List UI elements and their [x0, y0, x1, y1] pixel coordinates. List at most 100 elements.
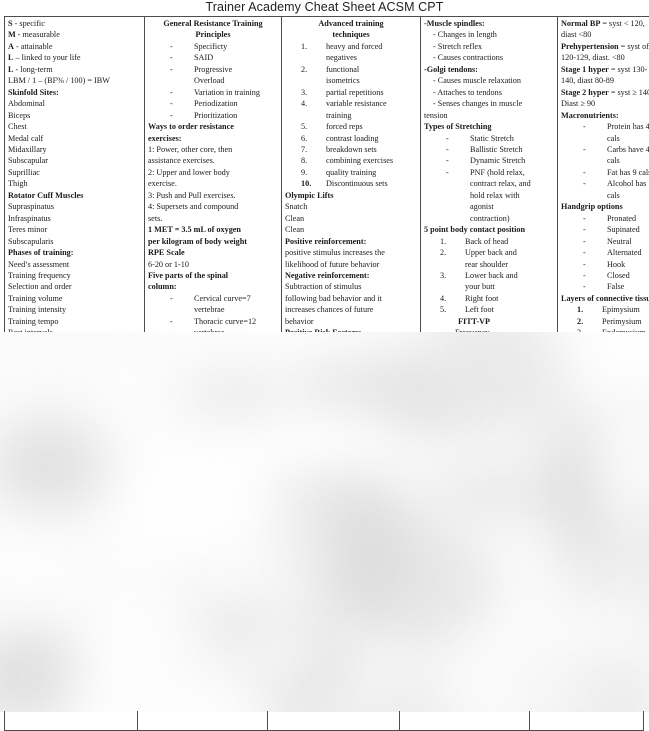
cheatsheet-sub-bullet: - Attaches to tendons: [433, 87, 502, 97]
cheatsheet-numbered-item: 10. Discontinuous sets: [301, 179, 388, 189]
cheatsheet-heading: 5 point body contact position: [424, 225, 525, 235]
cheatsheet-heading: Phases of training:: [8, 248, 74, 258]
cheatsheet-bullet: - Periodization: [170, 99, 238, 109]
cheatsheet-line: 120-129, diast. <80: [561, 53, 625, 63]
bullet-dash-icon: -: [583, 270, 586, 280]
cheatsheet-line: Clean: [285, 225, 305, 235]
cheatsheet-bullet-continuation: vertebrae: [194, 305, 225, 315]
cheatsheet-numbered-item: 3. partial repetitions: [301, 87, 384, 97]
cheatsheet-line: Training tempo: [8, 316, 59, 326]
cheatsheet-table: S - specific M - measurable A - attainable…: [4, 15, 649, 354]
cheatsheet-numbered-item: 1. Back of head: [440, 236, 509, 246]
cheatsheet-heading: Handgrip options: [561, 202, 623, 212]
cheatsheet-bullet: - Specificty: [170, 41, 228, 51]
cheatsheet-bullet: - SAID: [170, 53, 214, 63]
cheatsheet-bullet: - Hook: [583, 259, 626, 269]
list-number: 9.: [301, 167, 308, 177]
list-number: 3.: [440, 270, 447, 280]
cheatsheet-numbered-continuation: negatives: [326, 53, 357, 63]
cheatsheet-bullet: - Alternated: [583, 248, 642, 258]
list-number: 4.: [301, 99, 308, 109]
cheatsheet-line: Infraspinatus: [8, 213, 51, 223]
bullet-dash-icon: -: [583, 167, 586, 177]
cheatsheet-heading: per kilogram of body weight: [148, 236, 248, 246]
cheatsheet-line: exercise.: [148, 179, 177, 189]
cheatsheet-numbered-item: 1. heavy and forced: [301, 41, 383, 51]
cheatsheet-numbered-item: 3. Lower back and: [440, 270, 518, 280]
cheatsheet-numbered-item: 5. forced reps: [301, 122, 363, 132]
cheatsheet-bullet: - Protein has 4: [583, 122, 649, 132]
cheatsheet-heading: Advanced training: [318, 19, 384, 28]
cheatsheet-numbered-item: 6. contrast loading: [301, 133, 379, 143]
cheatsheet-line: following bad behavior and it: [285, 293, 382, 303]
cheatsheet-line: 2: Upper and lower body: [148, 167, 230, 177]
cheatsheet-line: sets.: [148, 213, 163, 223]
cheatsheet-numbered-item: 9. quality training: [301, 167, 377, 177]
cheatsheet-line: behavior: [285, 316, 314, 326]
cheatsheet-numbered-item: 2. Upper back and: [440, 248, 517, 258]
cheatsheet-line: Subscapular: [8, 156, 49, 166]
cheatsheet-heading: -Muscle spindles:: [424, 19, 485, 28]
list-number: 8.: [301, 156, 308, 166]
cheatsheet-heading: Olympic Lifts: [285, 190, 334, 200]
table-cell-column-5: Normal BP = syst < 120, diast <80 Prehyper…: [557, 15, 649, 354]
cheatsheet-line-key: M: [8, 30, 16, 40]
cheatsheet-line: L - long-term: [8, 64, 53, 74]
bullet-dash-icon: -: [446, 133, 449, 143]
cheatsheet-line: 6-20 or 1-10: [148, 259, 189, 269]
cheatsheet-bullet-continuation: Overload: [194, 76, 225, 86]
cheatsheet-line: positive stimulus increases the: [285, 248, 385, 258]
cheatsheet-line: Stage 2 hyper = syst ≥ 140,: [561, 87, 649, 97]
cheatsheet-line: Training intensity: [8, 305, 67, 315]
cheatsheet-line: Selection and order: [8, 282, 72, 292]
cheatsheet-line-key: L: [8, 53, 14, 63]
cheatsheet-line: Supraspinatus: [8, 202, 54, 212]
blurred-content-region: [0, 332, 649, 712]
cheatsheet-sub-bullet: - Senses changes in muscle: [433, 99, 523, 109]
cheatsheet-bullet-continuation: cals: [607, 133, 620, 143]
cheatsheet-bullet-continuation: cals: [607, 156, 620, 166]
bullet-dash-icon: -: [446, 167, 449, 177]
cheatsheet-heading: Rotator Cuff Muscles: [8, 190, 84, 200]
cheatsheet-bullet: - Neutral: [583, 236, 632, 246]
cheatsheet-bullet: - Fat has 9 cals: [583, 167, 649, 177]
list-number: 10.: [301, 179, 312, 189]
bullet-dash-icon: -: [583, 122, 586, 132]
cheatsheet-line: Medal calf: [8, 133, 44, 143]
bullet-dash-icon: -: [446, 156, 449, 166]
cheatsheet-line: assistance exercises.: [148, 156, 215, 166]
cheatsheet-bullet: - Ballistic Stretch: [446, 144, 523, 154]
cheatsheet-line: Stage 1 hyper = syst 130-: [561, 64, 648, 74]
cheatsheet-heading: Ways to order resistance: [148, 122, 234, 132]
cheatsheet-numbered-item: 8. combining exercises: [301, 156, 394, 166]
cheatsheet-numbered-continuation: training: [326, 110, 352, 120]
cheatsheet-line: Training volume: [8, 293, 63, 303]
list-number: 1.: [577, 305, 584, 315]
column-separator: [137, 711, 138, 730]
bullet-dash-icon: -: [170, 87, 173, 97]
cheatsheet-line: Biceps: [8, 110, 31, 120]
cheatsheet-bullet-continuation: cals: [607, 190, 620, 200]
table-cell-column-3: Advanced training techniques 1. heavy and f…: [281, 15, 421, 354]
list-number: 2.: [440, 248, 447, 258]
cheatsheet-bullet: - False: [583, 282, 625, 292]
cheatsheet-bullet: - Static Stretch: [446, 133, 514, 143]
cheatsheet-heading: Principles: [195, 30, 231, 40]
cheatsheet-line: Chest: [8, 122, 27, 132]
cheatsheet-line: LBM / 1 – (BF% / 100) = IBW: [8, 76, 110, 86]
table-cell-column-2: General Resistance Training Principles - Sp…: [144, 15, 282, 354]
bullet-dash-icon: -: [583, 144, 586, 154]
bullet-dash-icon: -: [170, 64, 173, 74]
cheatsheet-line: Need’s assessment: [8, 259, 70, 269]
cheatsheet-bullet: - Progressive: [170, 64, 233, 74]
column-separator: [529, 711, 530, 730]
cheatsheet-heading: Layers of connective tissue: [561, 293, 649, 303]
cheatsheet-line: A - attainable: [8, 41, 53, 51]
cheatsheet-sub-bullet: - Changes in length: [433, 30, 497, 40]
cheatsheet-numbered-continuation: rear shoulder: [465, 259, 508, 269]
cheatsheet-heading: 1 MET = 3.5 mL of oxygen: [148, 225, 241, 235]
cheatsheet-bullet-continuation: contraction): [470, 213, 510, 223]
cheatsheet-heading: exercises:: [148, 133, 182, 143]
cheatsheet-heading: RPE Scale: [148, 248, 185, 258]
cheatsheet-line: Diast ≥ 90: [561, 99, 596, 109]
